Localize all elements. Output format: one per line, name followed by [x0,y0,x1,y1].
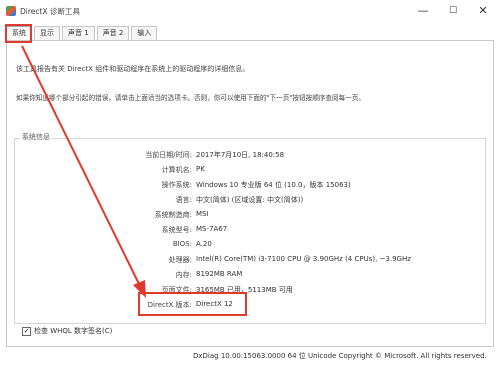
red-arrow-annotation [21,45,146,298]
